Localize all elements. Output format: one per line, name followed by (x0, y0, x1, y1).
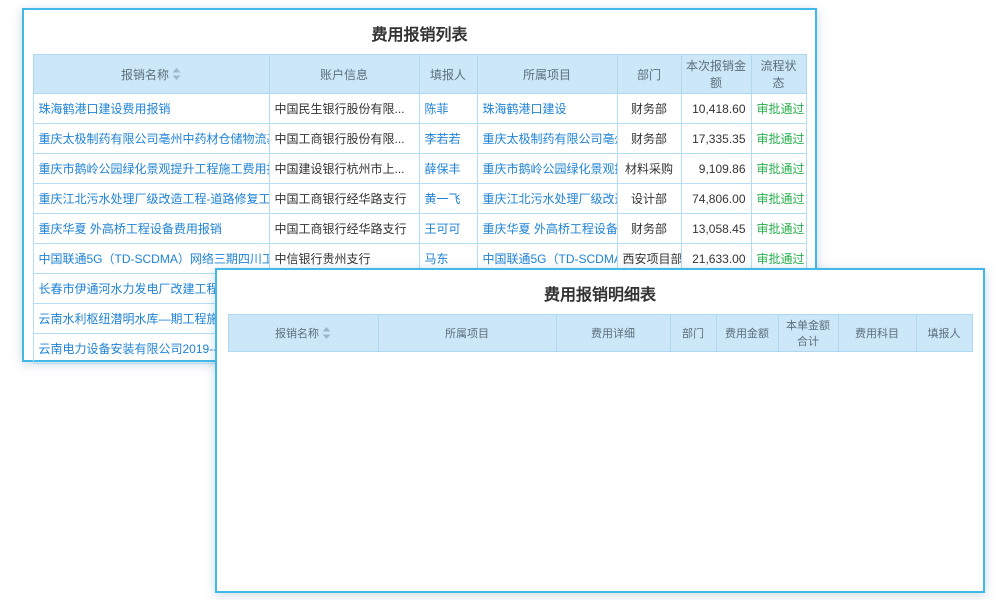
list-column-label: 流程状态 (760, 59, 796, 90)
sort-icon[interactable] (322, 327, 331, 339)
amount-cell: 17,335.35 (681, 124, 751, 154)
project-cell[interactable]: 重庆太极制药有限公司亳州中... (477, 124, 617, 154)
expense-list-title: 费用报销列表 (24, 10, 815, 54)
status-cell[interactable]: 审批通过 (751, 214, 806, 244)
project-cell[interactable]: 重庆江北污水处理厂级改造工... (477, 184, 617, 214)
list-column-header: 填报人 (419, 55, 477, 94)
list-column-header[interactable]: 报销名称 (33, 55, 269, 94)
department-cell: 设计部 (617, 184, 681, 214)
detail-column-label: 本单金额合计 (786, 320, 830, 348)
expense-name-cell[interactable]: 重庆市鹅岭公园绿化景观提升工程施工费用报销 (33, 154, 269, 184)
expense-name-cell[interactable]: 重庆江北污水处理厂级改造工程-道路修复工程费用... (33, 184, 269, 214)
amount-cell: 10,418.60 (681, 94, 751, 124)
expense-list-row: 重庆江北污水处理厂级改造工程-道路修复工程费用...中国工商银行经华路支行黄一飞… (33, 184, 806, 214)
expense-detail-panel: 费用报销明细表 报销名称 所属项目 费用详细 部门 费用金额 本单金额合计 费用科目 填报人 (215, 268, 985, 593)
account-info-cell: 中国工商银行股份有限... (269, 124, 419, 154)
expense-name-cell[interactable]: 珠海鹤港口建设费用报销 (33, 94, 269, 124)
amount-cell: 13,058.45 (681, 214, 751, 244)
project-cell[interactable]: 珠海鹤港口建设 (477, 94, 617, 124)
reporter-cell[interactable]: 王可可 (419, 214, 477, 244)
detail-column-header: 部门 (670, 315, 716, 352)
detail-column-label: 所属项目 (445, 328, 489, 340)
detail-column-header: 费用详细 (556, 315, 670, 352)
detail-column-header: 填报人 (916, 315, 972, 352)
project-cell[interactable]: 重庆华夏 外高桥工程设备 (477, 214, 617, 244)
expense-detail-title: 费用报销明细表 (217, 270, 983, 314)
expense-list-row: 重庆华夏 外高桥工程设备费用报销中国工商银行经华路支行王可可重庆华夏 外高桥工程… (33, 214, 806, 244)
status-cell[interactable]: 审批通过 (751, 154, 806, 184)
department-cell: 财务部 (617, 94, 681, 124)
list-column-header: 流程状态 (751, 55, 806, 94)
expense-list-row: 重庆太极制药有限公司亳州中药材仓储物流基地项...中国工商银行股份有限...李若… (33, 124, 806, 154)
status-cell[interactable]: 审批通过 (751, 124, 806, 154)
detail-column-label: 部门 (682, 328, 704, 340)
expense-detail-table: 报销名称 所属项目 费用详细 部门 费用金额 本单金额合计 费用科目 填报人 (228, 314, 973, 352)
list-column-label: 报销名称 (121, 68, 169, 82)
detail-column-label: 填报人 (928, 328, 961, 340)
reporter-cell[interactable]: 黄一飞 (419, 184, 477, 214)
list-column-label: 部门 (637, 68, 661, 82)
list-column-header: 本次报销金额 (681, 55, 751, 94)
list-column-header: 部门 (617, 55, 681, 94)
list-column-label: 本次报销金额 (686, 59, 746, 90)
account-info-cell: 中国工商银行经华路支行 (269, 184, 419, 214)
detail-column-label: 报销名称 (275, 328, 319, 340)
account-info-cell: 中国工商银行经华路支行 (269, 214, 419, 244)
status-cell[interactable]: 审批通过 (751, 184, 806, 214)
detail-column-header[interactable]: 报销名称 (228, 315, 378, 352)
expense-list-header-row: 报销名称 账户信息 填报人 所属项目 部门 本次报销金额流程状态 (33, 55, 806, 94)
expense-detail-header-row: 报销名称 所属项目 费用详细 部门 费用金额 本单金额合计 费用科目 填报人 (228, 315, 972, 352)
detail-column-header: 本单金额合计 (778, 315, 838, 352)
detail-column-label: 费用详细 (591, 328, 635, 340)
amount-cell: 74,806.00 (681, 184, 751, 214)
department-cell: 材料采购 (617, 154, 681, 184)
account-info-cell: 中国建设银行杭州市上... (269, 154, 419, 184)
screen: 费用报销列表 报销名称账户信息填报人所属项目部门本次报销金额流程状态 珠海鹤港口… (0, 0, 1000, 600)
detail-column-label: 费用科目 (855, 328, 899, 340)
expense-name-cell[interactable]: 重庆太极制药有限公司亳州中药材仓储物流基地项... (33, 124, 269, 154)
list-column-header: 所属项目 (477, 55, 617, 94)
detail-column-header: 费用科目 (838, 315, 916, 352)
expense-list-row: 重庆市鹅岭公园绿化景观提升工程施工费用报销中国建设银行杭州市上...薛保丰重庆市… (33, 154, 806, 184)
list-column-label: 填报人 (430, 68, 466, 82)
detail-column-header: 所属项目 (378, 315, 556, 352)
list-column-label: 账户信息 (320, 68, 368, 82)
department-cell: 财务部 (617, 124, 681, 154)
sort-icon[interactable] (172, 68, 181, 80)
detail-column-label: 费用金额 (725, 328, 769, 340)
reporter-cell[interactable]: 陈菲 (419, 94, 477, 124)
expense-list-row: 珠海鹤港口建设费用报销中国民生银行股份有限...陈菲珠海鹤港口建设财务部10,4… (33, 94, 806, 124)
amount-cell: 9,109.86 (681, 154, 751, 184)
list-column-header: 账户信息 (269, 55, 419, 94)
expense-name-cell[interactable]: 重庆华夏 外高桥工程设备费用报销 (33, 214, 269, 244)
reporter-cell[interactable]: 李若若 (419, 124, 477, 154)
account-info-cell: 中国民生银行股份有限... (269, 94, 419, 124)
department-cell: 财务部 (617, 214, 681, 244)
list-column-label: 所属项目 (523, 68, 571, 82)
project-cell[interactable]: 重庆市鹅岭公园绿化景观提升... (477, 154, 617, 184)
reporter-cell[interactable]: 薛保丰 (419, 154, 477, 184)
status-cell[interactable]: 审批通过 (751, 94, 806, 124)
detail-column-header: 费用金额 (716, 315, 778, 352)
